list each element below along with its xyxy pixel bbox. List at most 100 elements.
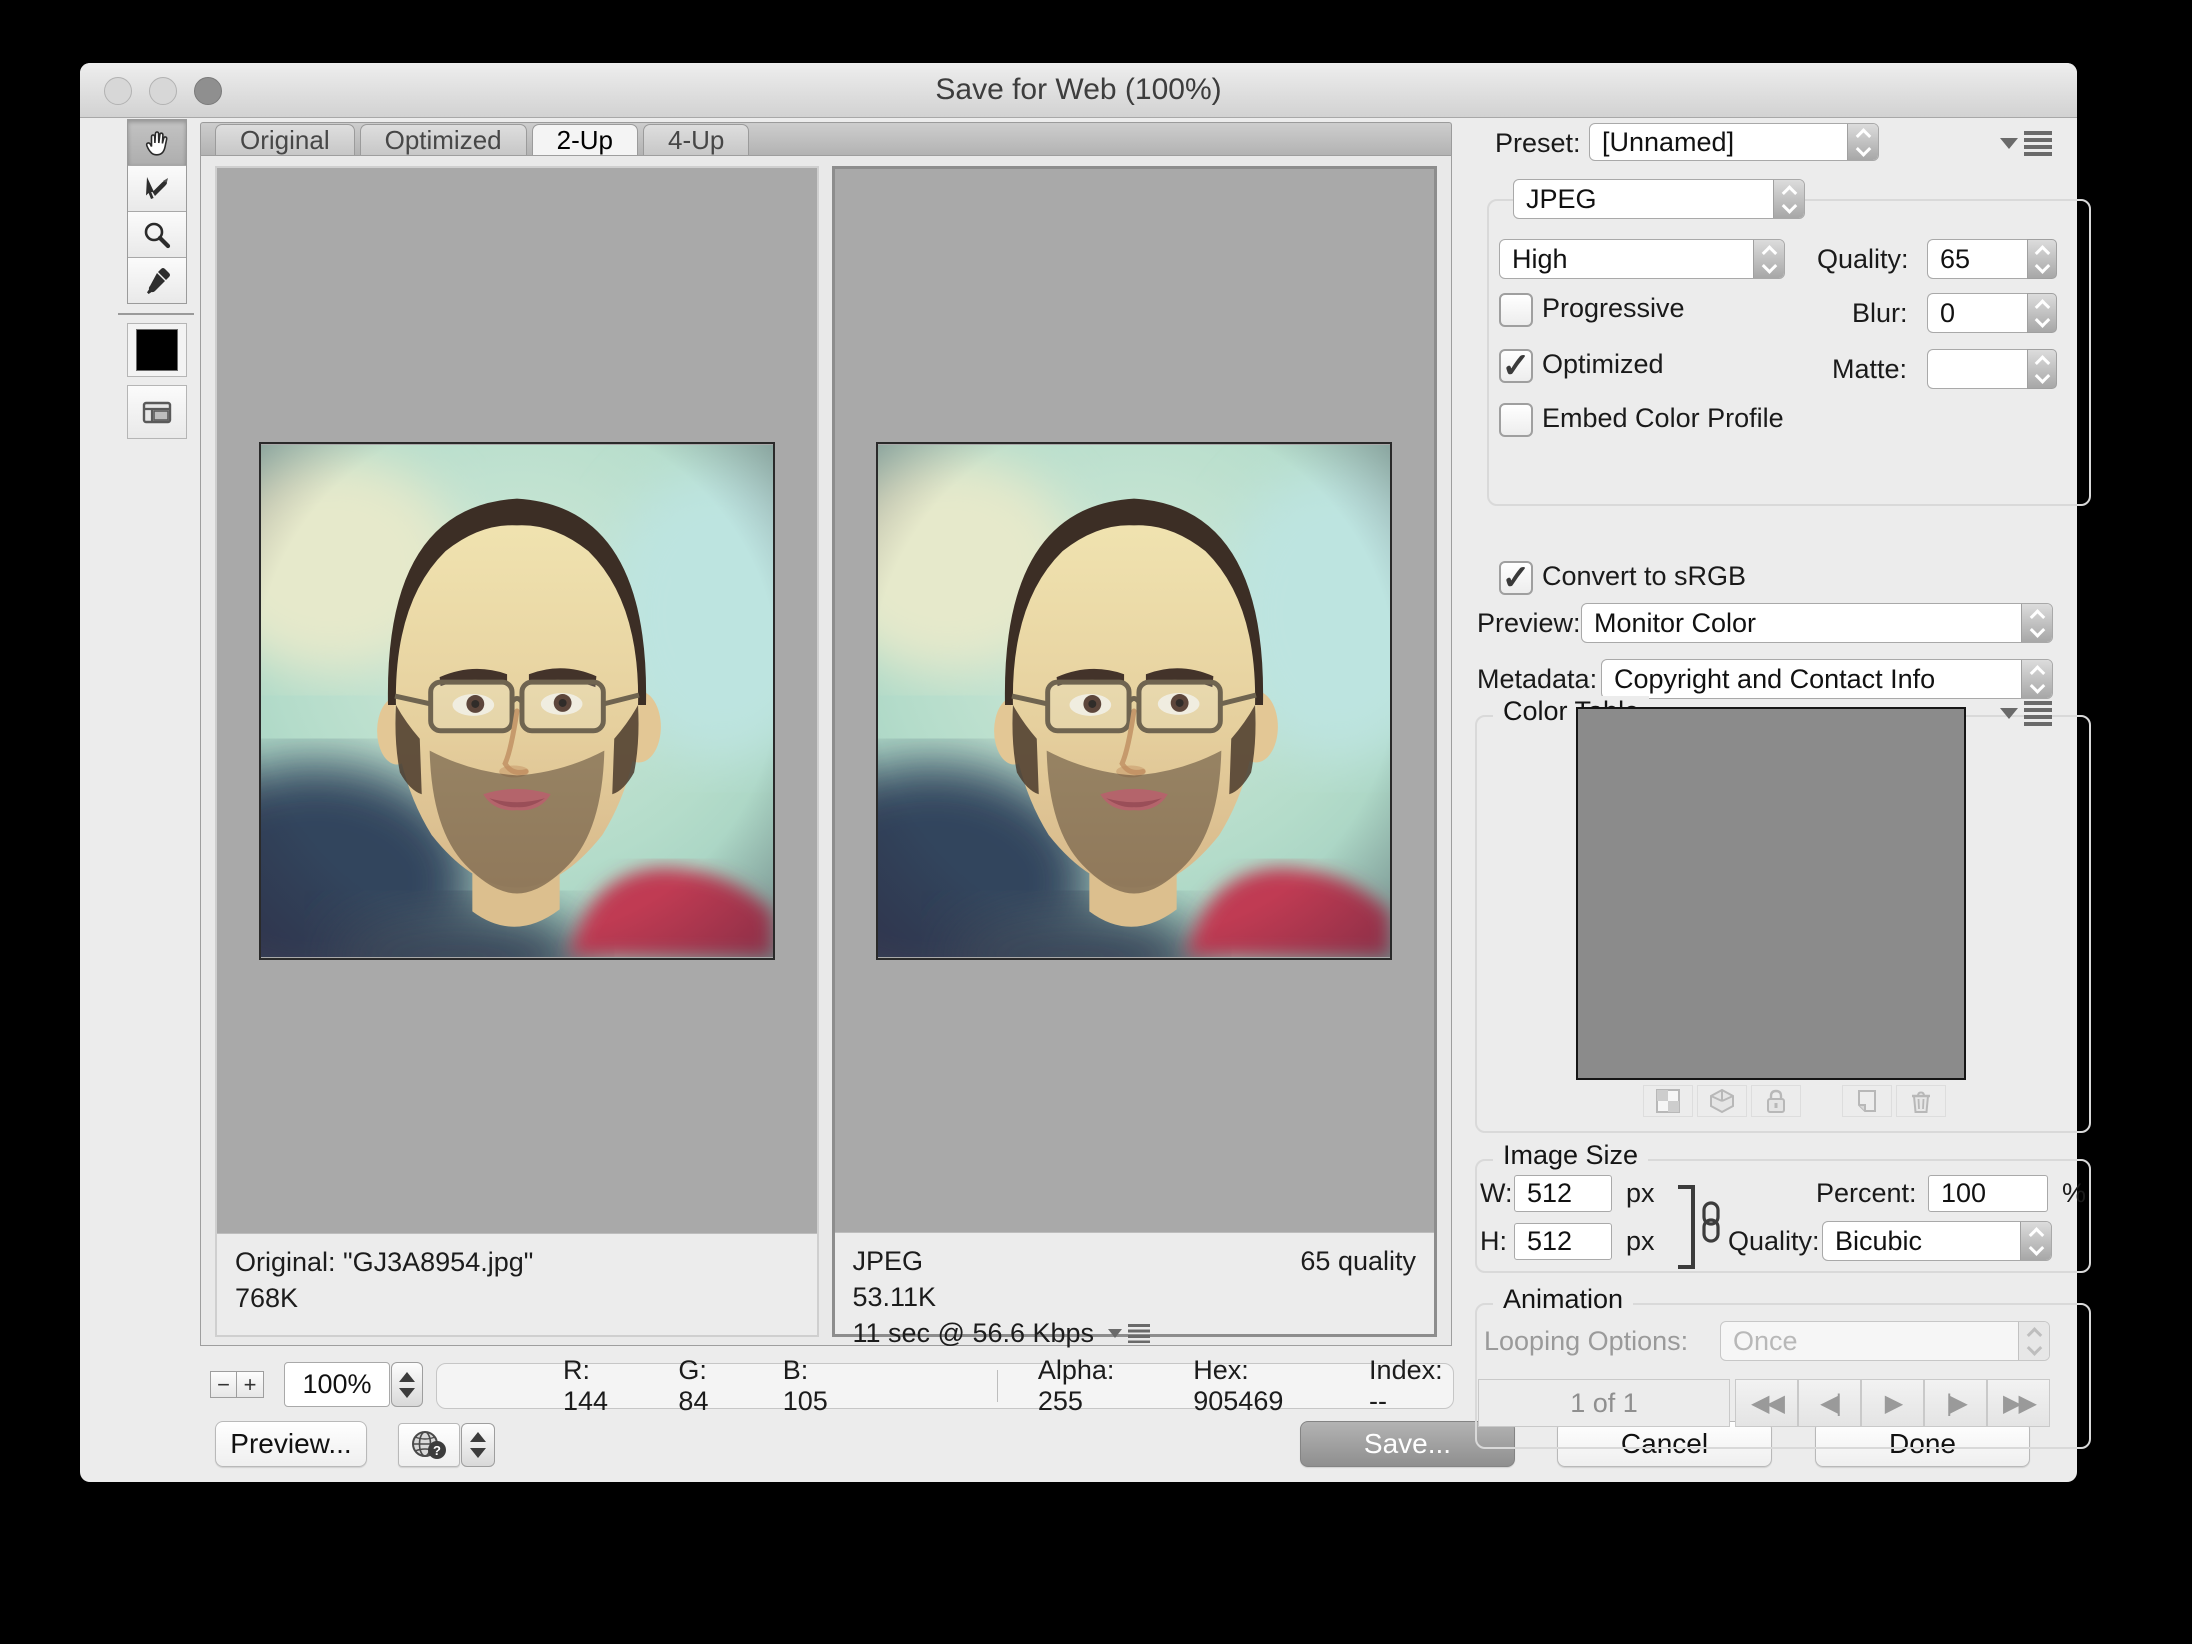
download-rate-menu-icon[interactable]: [1108, 1324, 1150, 1343]
browser-select-stepper[interactable]: [461, 1423, 495, 1467]
original-filesize: 768K: [235, 1280, 799, 1316]
color-readout-bar: R: 144 G: 84 B: 105 Alpha: 255 Hex: 9054…: [436, 1363, 1454, 1409]
delete-color-button[interactable]: [1896, 1085, 1946, 1117]
optimized-quality-readout: 65 quality: [1300, 1243, 1416, 1279]
previous-frame-button[interactable]: ◀|: [1798, 1379, 1861, 1427]
resample-quality-select[interactable]: Bicubic: [1822, 1221, 2052, 1261]
svg-text:?: ?: [433, 1443, 441, 1458]
zoom-in-button[interactable]: +: [237, 1371, 264, 1398]
quality-field[interactable]: 65: [1927, 239, 2027, 279]
percent-unit: %: [2062, 1173, 2086, 1213]
first-frame-button[interactable]: ◀◀: [1735, 1379, 1798, 1427]
eyedropper-tool-button[interactable]: [128, 258, 186, 303]
color-table-swatch-area: [1576, 707, 1966, 1080]
percent-field[interactable]: 100: [1928, 1175, 2048, 1212]
slice-select-tool-button[interactable]: [128, 166, 186, 212]
new-color-button[interactable]: [1842, 1085, 1892, 1117]
width-unit: px: [1626, 1173, 1655, 1213]
progressive-checkbox[interactable]: [1499, 293, 1533, 327]
compression-quality-select[interactable]: High: [1499, 239, 1785, 279]
optimized-filesize: 53.11K: [853, 1279, 1417, 1315]
window-title: Save for Web (100%): [80, 63, 2077, 117]
width-field[interactable]: 512: [1514, 1175, 1612, 1212]
green-readout: G: 84: [678, 1355, 732, 1417]
blue-readout: B: 105: [783, 1355, 847, 1417]
readout-divider: [997, 1370, 998, 1402]
quality-label: Quality:: [1817, 239, 1909, 279]
checkmark: ✓: [1502, 561, 1531, 595]
play-button[interactable]: ▶: [1861, 1379, 1924, 1427]
alpha-readout: Alpha: 255: [1038, 1355, 1147, 1417]
minimize-window-button[interactable]: [149, 77, 177, 105]
preview-mode-select[interactable]: Monitor Color: [1581, 603, 2053, 643]
select-stepper-icon: [2020, 1222, 2051, 1260]
preset-panel-menu-icon[interactable]: [2000, 131, 2052, 156]
slice-select-icon: [141, 173, 173, 205]
zoom-window-button[interactable]: [194, 77, 222, 105]
matte-color-swatch-button[interactable]: [127, 323, 187, 377]
chain-link-icon[interactable]: [1700, 1201, 1722, 1243]
preset-select[interactable]: [Unnamed]: [1589, 123, 1879, 161]
tool-palette: [127, 119, 187, 304]
title-bar: Save for Web (100%): [80, 63, 2077, 118]
magnifier-icon: [141, 219, 173, 251]
blur-stepper[interactable]: [2027, 293, 2057, 333]
blur-label: Blur:: [1852, 293, 1908, 333]
web-shift-button[interactable]: [1697, 1085, 1747, 1117]
lock-color-button[interactable]: [1751, 1085, 1801, 1117]
embed-color-profile-checkbox[interactable]: [1499, 403, 1533, 437]
select-stepper-icon: [2021, 660, 2052, 698]
transparency-checker-icon: [1655, 1088, 1681, 1114]
toggle-slices-visibility-button[interactable]: [127, 385, 187, 439]
looping-options-select[interactable]: Once: [1720, 1321, 2050, 1361]
optimized-checkbox[interactable]: ✓: [1499, 349, 1533, 383]
tab-4up[interactable]: 4-Up: [643, 124, 749, 155]
blur-field[interactable]: 0: [1927, 293, 2027, 333]
metadata-select[interactable]: Copyright and Contact Info: [1601, 659, 2053, 699]
tab-original[interactable]: Original: [215, 124, 355, 155]
tab-optimized[interactable]: Optimized: [360, 124, 527, 155]
tab-2up[interactable]: 2-Up: [532, 124, 638, 155]
matte-field[interactable]: [1927, 349, 2027, 389]
quality-stepper[interactable]: [2027, 239, 2057, 279]
progressive-label: Progressive: [1542, 288, 1685, 328]
blur-combo: 0: [1927, 293, 2057, 333]
quality-combo: 65: [1927, 239, 2057, 279]
browser-select-button[interactable]: ?: [398, 1423, 460, 1467]
format-select[interactable]: JPEG: [1513, 179, 1805, 219]
original-image: [259, 442, 775, 960]
convert-srgb-checkbox[interactable]: ✓: [1499, 561, 1533, 595]
preset-label: Preset:: [1495, 123, 1581, 163]
zoom-level-field[interactable]: 100%: [284, 1362, 390, 1407]
zoom-level-stepper[interactable]: [391, 1362, 423, 1407]
matte-stepper[interactable]: [2027, 349, 2057, 389]
tool-divider: [118, 313, 194, 315]
map-transparency-button[interactable]: [1643, 1085, 1693, 1117]
convert-srgb-label: Convert to sRGB: [1542, 556, 1746, 596]
stepper-up-icon: [399, 1372, 415, 1382]
optimized-image: [876, 442, 1392, 960]
optimized-pane[interactable]: 65 quality JPEG 53.11K 11 sec @ 56.6 Kbp…: [832, 166, 1438, 1337]
preview-in-browser-button[interactable]: Preview...: [215, 1421, 367, 1467]
last-frame-button[interactable]: ▶▶: [1987, 1379, 2050, 1427]
preset-value: [Unnamed]: [1590, 127, 1847, 158]
height-label: H:: [1480, 1221, 1507, 1261]
original-image-area: [217, 168, 817, 1233]
original-pane[interactable]: Original: "GJ3A8954.jpg" 768K: [215, 166, 819, 1337]
close-window-button[interactable]: [104, 77, 132, 105]
height-field[interactable]: 512: [1514, 1223, 1612, 1260]
color-table-menu-icon[interactable]: [2000, 701, 2052, 726]
select-stepper-icon: [1847, 124, 1878, 160]
optimized-image-area: [835, 169, 1435, 1232]
hand-tool-button[interactable]: [128, 120, 186, 166]
zoom-tool-button[interactable]: [128, 212, 186, 258]
select-stepper-icon: [2021, 604, 2052, 642]
save-for-web-dialog: Save for Web (100%): [80, 63, 2077, 1482]
cube-icon: [1709, 1088, 1735, 1114]
height-unit: px: [1626, 1221, 1655, 1261]
image-size-title: Image Size: [1493, 1140, 1648, 1171]
resample-quality-label: Quality:: [1728, 1221, 1820, 1261]
zoom-out-button[interactable]: −: [210, 1371, 237, 1398]
preview-mode-label: Preview:: [1477, 603, 1581, 643]
next-frame-button[interactable]: |▶: [1924, 1379, 1987, 1427]
